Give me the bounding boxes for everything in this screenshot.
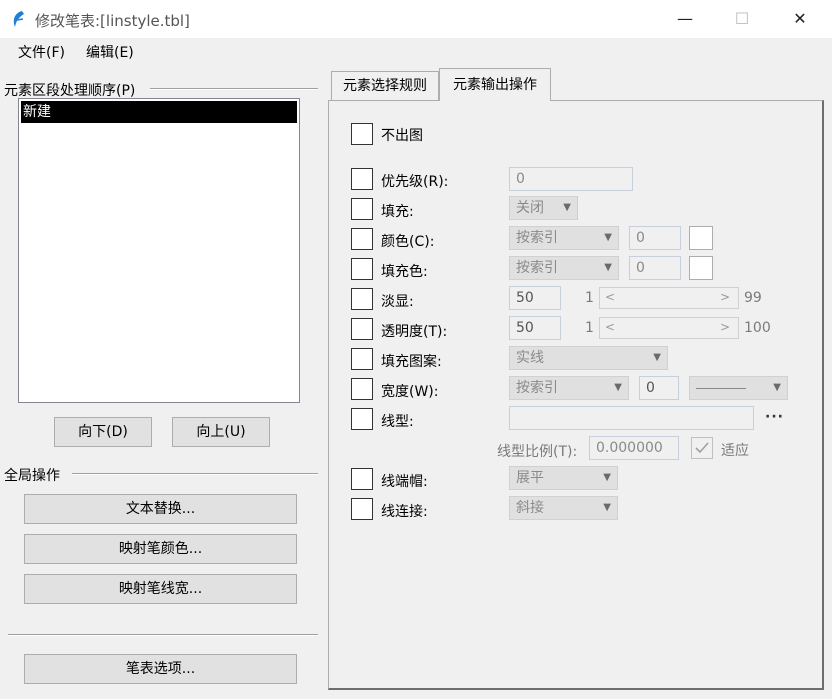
pen-table-options-button[interactable]: 笔表选项... bbox=[24, 654, 297, 684]
join-label: 线连接: bbox=[381, 504, 428, 520]
linetype-scale-label: 线型比例(T): bbox=[497, 444, 578, 460]
color-mode-value: 按索引 bbox=[516, 230, 558, 246]
fill-pattern-label: 填充图案: bbox=[381, 354, 442, 370]
linetype-input[interactable] bbox=[509, 406, 754, 430]
transparency-min: 1 bbox=[585, 320, 594, 336]
chevron-down-icon: ▼ bbox=[563, 202, 571, 213]
chevron-down-icon: ▼ bbox=[604, 262, 612, 273]
color-swatch-button[interactable] bbox=[689, 226, 713, 250]
width-mode-value: 按索引 bbox=[516, 380, 558, 396]
linetype-scale-input[interactable]: 0.000000 bbox=[589, 436, 679, 460]
fill-color-mode-select[interactable]: 按索引 ▼ bbox=[509, 256, 619, 280]
fade-label: 淡显: bbox=[381, 294, 414, 310]
fill-select[interactable]: 关闭 ▼ bbox=[509, 196, 578, 220]
fade-checkbox[interactable] bbox=[351, 288, 373, 310]
check-icon bbox=[695, 442, 709, 454]
linetype-label: 线型: bbox=[381, 414, 414, 430]
color-mode-select[interactable]: 按索引 ▼ bbox=[509, 226, 619, 250]
chevron-left-icon: < bbox=[605, 290, 616, 304]
width-mode-select[interactable]: 按索引 ▼ bbox=[509, 376, 629, 400]
cap-label: 线端帽: bbox=[381, 474, 428, 490]
fill-color-label: 填充色: bbox=[381, 264, 428, 280]
section-list[interactable]: 新建 bbox=[18, 98, 300, 403]
fit-checkbox[interactable] bbox=[691, 437, 713, 459]
menu-file[interactable]: 文件(F) bbox=[18, 42, 65, 62]
no-output-checkbox[interactable] bbox=[351, 123, 373, 145]
priority-label: 优先级(R): bbox=[381, 174, 449, 190]
fill-color-index-input[interactable]: 0 bbox=[629, 256, 681, 280]
line-weight-preview bbox=[696, 388, 746, 389]
maximize-button[interactable]: ☐ bbox=[730, 8, 754, 30]
line-weight-select[interactable]: ▼ bbox=[689, 376, 788, 400]
tab-selection-rules[interactable]: 元素选择规则 bbox=[331, 71, 439, 100]
window-title: 修改笔表:[linstyle.tbl] bbox=[35, 12, 190, 30]
transparency-input[interactable]: 50 bbox=[509, 316, 561, 340]
fade-max: 99 bbox=[744, 290, 762, 306]
no-output-label: 不出图 bbox=[381, 128, 423, 144]
more-icon[interactable]: ··· bbox=[765, 409, 784, 425]
fade-min: 1 bbox=[585, 290, 594, 306]
order-group-label: 元素区段处理顺序(P) bbox=[4, 80, 140, 100]
transparency-max: 100 bbox=[744, 320, 771, 336]
text-replace-button[interactable]: 文本替换... bbox=[24, 494, 297, 524]
color-checkbox[interactable] bbox=[351, 228, 373, 250]
fade-input[interactable]: 50 bbox=[509, 286, 561, 310]
fill-pattern-select[interactable]: 实线 ▼ bbox=[509, 346, 668, 370]
cap-value: 展平 bbox=[516, 470, 544, 486]
map-color-button[interactable]: 映射笔颜色... bbox=[24, 534, 297, 564]
close-button[interactable]: ✕ bbox=[788, 8, 812, 30]
chevron-down-icon: ▼ bbox=[773, 382, 781, 393]
chevron-right-icon: > bbox=[719, 290, 730, 304]
fill-color-mode-value: 按索引 bbox=[516, 260, 558, 276]
priority-checkbox[interactable] bbox=[351, 168, 373, 190]
linetype-checkbox[interactable] bbox=[351, 408, 373, 430]
fill-pattern-checkbox[interactable] bbox=[351, 348, 373, 370]
chevron-down-icon: ▼ bbox=[603, 472, 611, 483]
width-label: 宽度(W): bbox=[381, 384, 439, 400]
fill-value: 关闭 bbox=[516, 200, 544, 216]
chevron-down-icon: ▼ bbox=[603, 502, 611, 513]
chevron-down-icon: ▼ bbox=[614, 382, 622, 393]
transparency-slider[interactable]: < > bbox=[599, 317, 739, 339]
color-label: 颜色(C): bbox=[381, 234, 435, 250]
transparency-label: 透明度(T): bbox=[381, 324, 448, 340]
divider bbox=[8, 634, 318, 636]
group-divider bbox=[150, 88, 318, 90]
fill-label: 填充: bbox=[381, 204, 414, 220]
chevron-right-icon: > bbox=[719, 320, 730, 334]
list-item[interactable]: 新建 bbox=[21, 101, 297, 123]
map-width-button[interactable]: 映射笔线宽... bbox=[24, 574, 297, 604]
cap-checkbox[interactable] bbox=[351, 468, 373, 490]
join-select[interactable]: 斜接 ▼ bbox=[509, 496, 618, 520]
transparency-checkbox[interactable] bbox=[351, 318, 373, 340]
minimize-button[interactable]: — bbox=[673, 8, 697, 30]
priority-input[interactable]: 0 bbox=[509, 167, 633, 191]
move-down-button[interactable]: 向下(D) bbox=[54, 417, 152, 447]
tab-output-actions[interactable]: 元素输出操作 bbox=[439, 68, 551, 101]
chevron-left-icon: < bbox=[605, 320, 616, 334]
cap-select[interactable]: 展平 ▼ bbox=[509, 466, 618, 490]
global-group-label: 全局操作 bbox=[4, 465, 64, 485]
width-checkbox[interactable] bbox=[351, 378, 373, 400]
fit-label: 适应 bbox=[721, 443, 749, 459]
color-index-input[interactable]: 0 bbox=[629, 226, 681, 250]
group-divider bbox=[72, 473, 318, 475]
fill-color-checkbox[interactable] bbox=[351, 258, 373, 280]
fill-color-swatch-button[interactable] bbox=[689, 256, 713, 280]
app-icon bbox=[13, 11, 24, 27]
fill-checkbox[interactable] bbox=[351, 198, 373, 220]
fill-pattern-value: 实线 bbox=[516, 350, 544, 366]
menu-edit[interactable]: 编辑(E) bbox=[86, 42, 134, 62]
join-value: 斜接 bbox=[516, 500, 544, 516]
fade-slider[interactable]: < > bbox=[599, 287, 739, 309]
width-index-input[interactable]: 0 bbox=[639, 376, 679, 400]
chevron-down-icon: ▼ bbox=[604, 232, 612, 243]
move-up-button[interactable]: 向上(U) bbox=[172, 417, 270, 447]
chevron-down-icon: ▼ bbox=[653, 352, 661, 363]
join-checkbox[interactable] bbox=[351, 498, 373, 520]
